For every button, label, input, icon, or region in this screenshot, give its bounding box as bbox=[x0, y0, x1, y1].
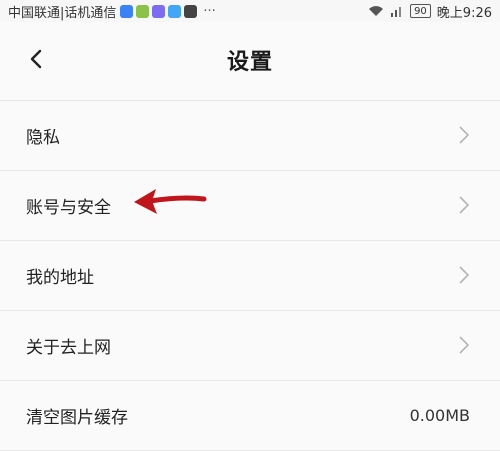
settings-item-label: 我的地址 bbox=[26, 268, 94, 288]
settings-item-label: 账号与安全 bbox=[26, 198, 111, 218]
clock-time: 晚上9:26 bbox=[436, 5, 492, 21]
settings-item-label: 隐私 bbox=[26, 128, 60, 148]
battery-indicator: 90 bbox=[410, 4, 431, 18]
settings-item-my-address[interactable]: 我的地址 bbox=[0, 241, 500, 311]
notification-app-icon bbox=[152, 4, 166, 18]
status-left: 中国联通|话机通信 ··· bbox=[0, 2, 216, 21]
wifi-icon bbox=[369, 6, 384, 16]
settings-item-privacy[interactable]: 隐私 bbox=[0, 101, 500, 171]
more-notifications-icon: ··· bbox=[203, 3, 216, 19]
red-arrow-annotation-icon bbox=[134, 189, 207, 214]
notification-app-icon bbox=[184, 4, 198, 18]
settings-item-label: 清空图片缓存 bbox=[26, 408, 128, 428]
settings-item-account-security[interactable]: 账号与安全 bbox=[0, 171, 500, 241]
settings-item-label: 关于去上网 bbox=[26, 338, 111, 358]
settings-item-clear-image-cache[interactable]: 清空图片缓存 0.00MB bbox=[0, 381, 500, 451]
carrier-text: 中国联通|话机通信 bbox=[8, 5, 117, 21]
notification-app-icon bbox=[168, 4, 182, 18]
signal-icon bbox=[391, 7, 402, 17]
notification-icons bbox=[120, 4, 198, 18]
chevron-right-icon bbox=[459, 336, 470, 354]
settings-list: 隐私 账号与安全 我的地址 关于去上网 清空图片缓存 0.00MB bbox=[0, 101, 500, 451]
navigation-header: 设置 bbox=[0, 22, 500, 101]
notification-app-icon bbox=[120, 4, 134, 18]
chevron-right-icon bbox=[459, 196, 470, 214]
chevron-right-icon bbox=[459, 126, 470, 144]
status-bar: 中国联通|话机通信 ··· 90 晚上9:26 bbox=[0, 0, 500, 22]
settings-item-about[interactable]: 关于去上网 bbox=[0, 311, 500, 381]
notification-app-icon bbox=[136, 4, 150, 18]
cache-size-value: 0.00MB bbox=[409, 406, 470, 425]
page-title: 设置 bbox=[226, 50, 273, 75]
chevron-right-icon bbox=[459, 266, 470, 284]
status-right: 90 晚上9:26 bbox=[368, 2, 500, 21]
